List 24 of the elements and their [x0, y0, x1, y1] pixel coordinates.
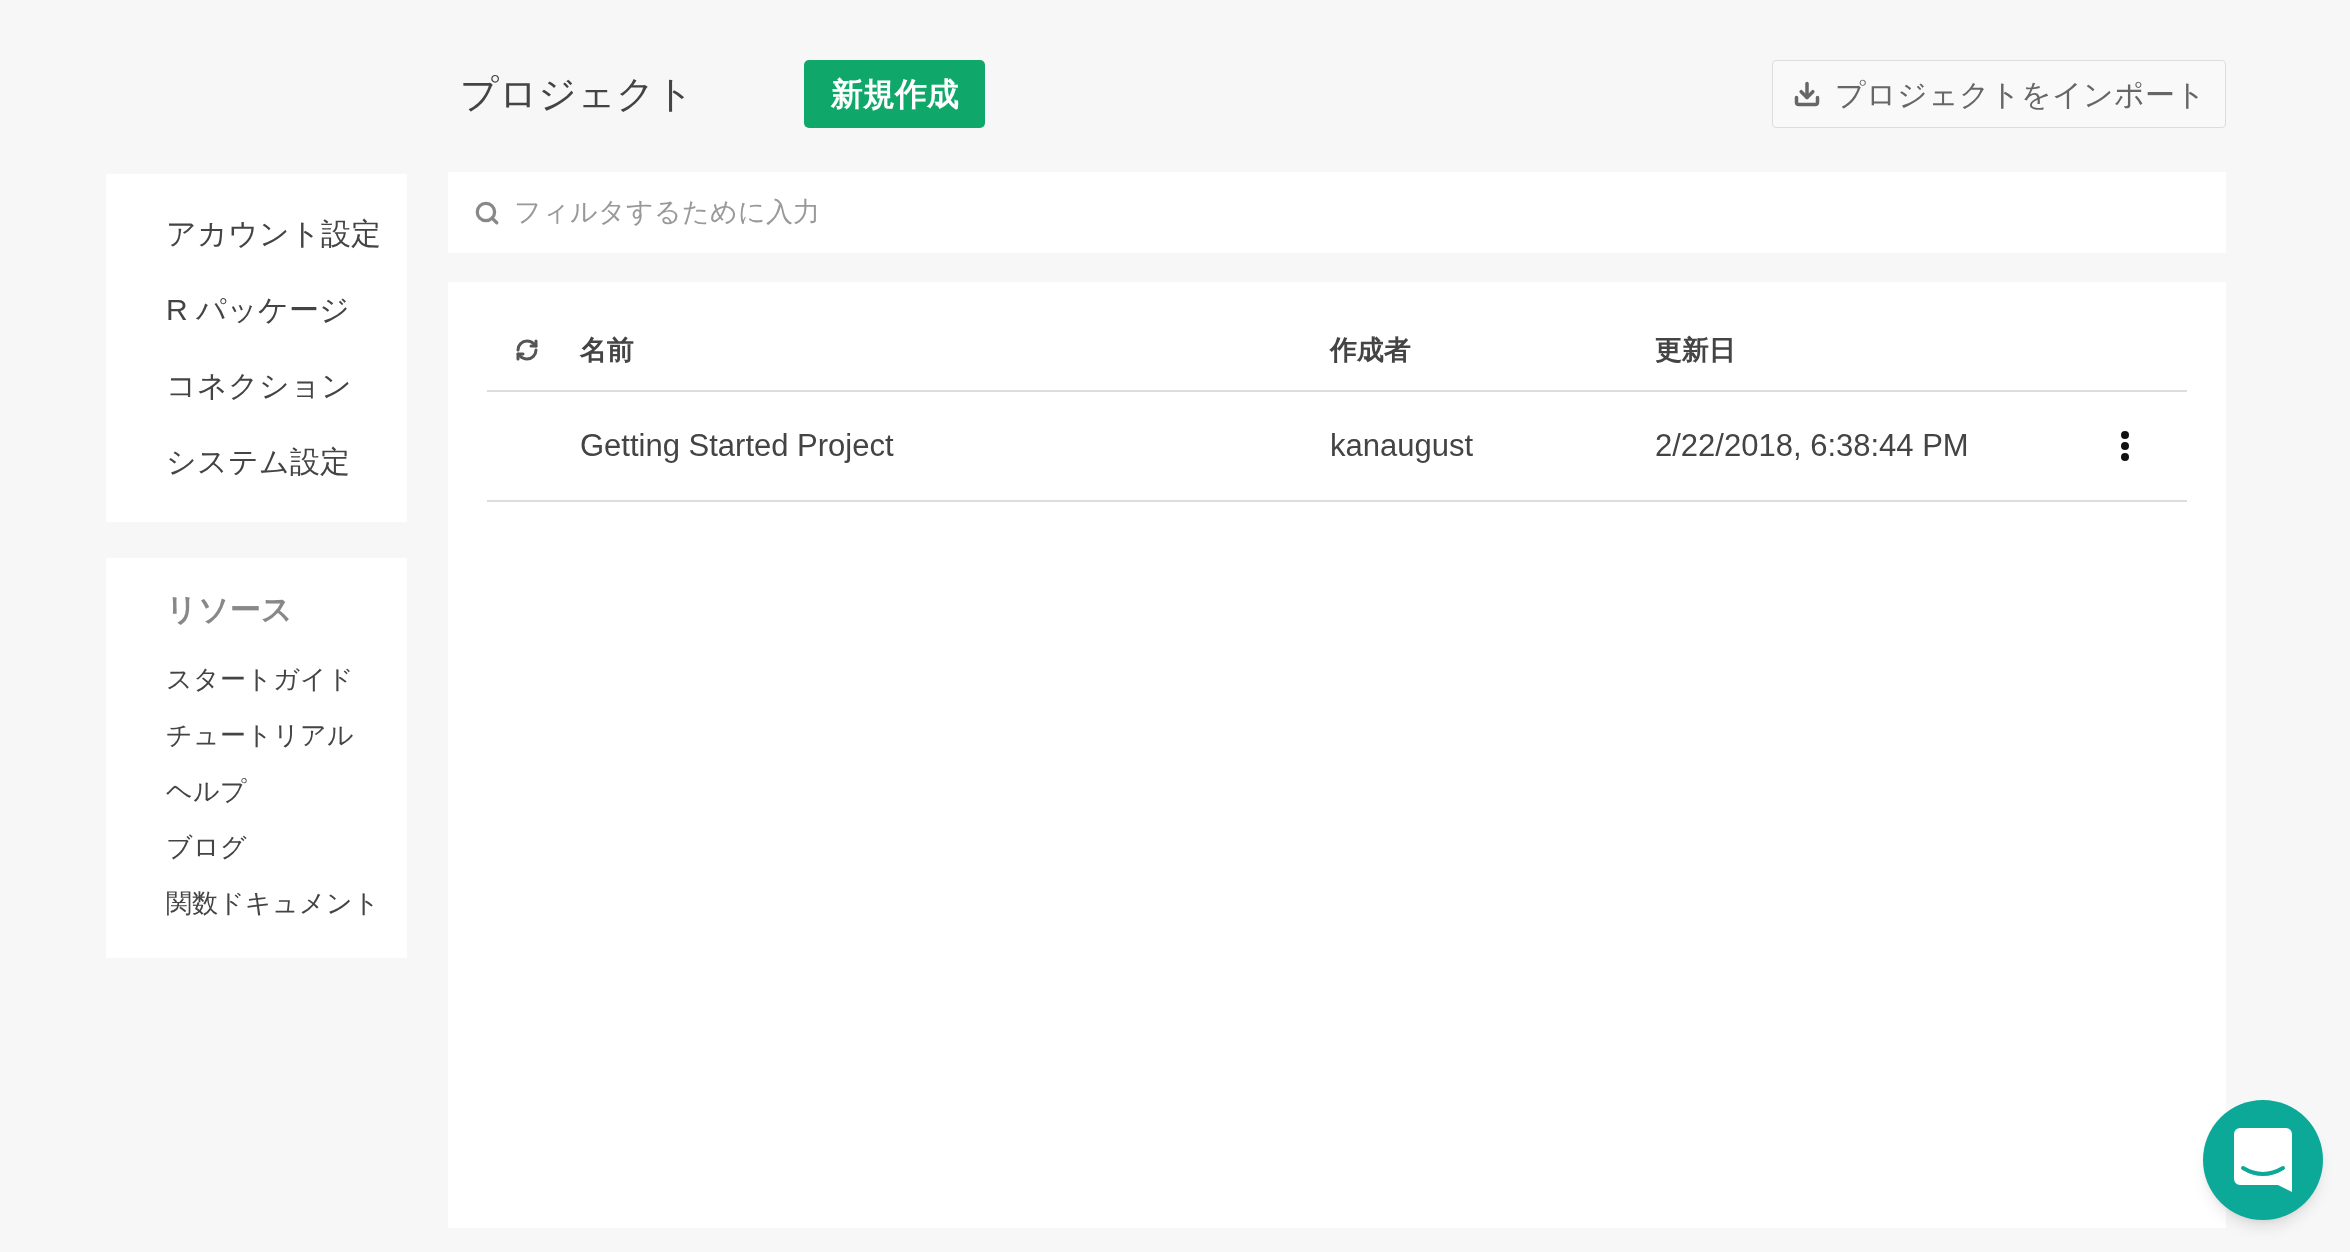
project-name-cell[interactable]: Getting Started Project: [580, 422, 894, 470]
updated-date-cell-text: 2/22/2018, 6:38:44 PM: [1655, 426, 1969, 465]
resources-title: リソース: [166, 591, 293, 629]
sidebar-link[interactable]: システム設定: [166, 442, 350, 482]
refresh-icon[interactable]: [515, 338, 539, 362]
download-icon: [1792, 80, 1821, 108]
search-icon: [474, 200, 500, 226]
column-header: 更新日: [1655, 333, 1736, 367]
sidebar-link[interactable]: アカウント設定: [166, 214, 381, 254]
sidebar-link[interactable]: R パッケージ: [166, 290, 350, 330]
resource-link[interactable]: 関数ドキュメント: [166, 884, 380, 922]
column-header: 作成者: [1330, 333, 1411, 367]
more-options-icon[interactable]: [2120, 431, 2130, 461]
resource-link[interactable]: ブログ: [166, 828, 247, 866]
author-cell-text: kanaugust: [1330, 426, 1474, 465]
search-field[interactable]: フィルタするために入力: [448, 172, 2226, 253]
chat-bubble-icon: [2234, 1128, 2292, 1192]
import-project-button[interactable]: プロジェクトをインポート: [1772, 60, 2226, 128]
resource-link[interactable]: スタートガイド: [166, 660, 354, 698]
resource-link[interactable]: チュートリアル: [166, 716, 354, 754]
resource-link[interactable]: ヘルプ: [166, 772, 247, 810]
sidebar-link[interactable]: コネクション: [166, 366, 352, 406]
column-header: 名前: [580, 333, 634, 367]
page-title: プロジェクト: [460, 71, 695, 117]
